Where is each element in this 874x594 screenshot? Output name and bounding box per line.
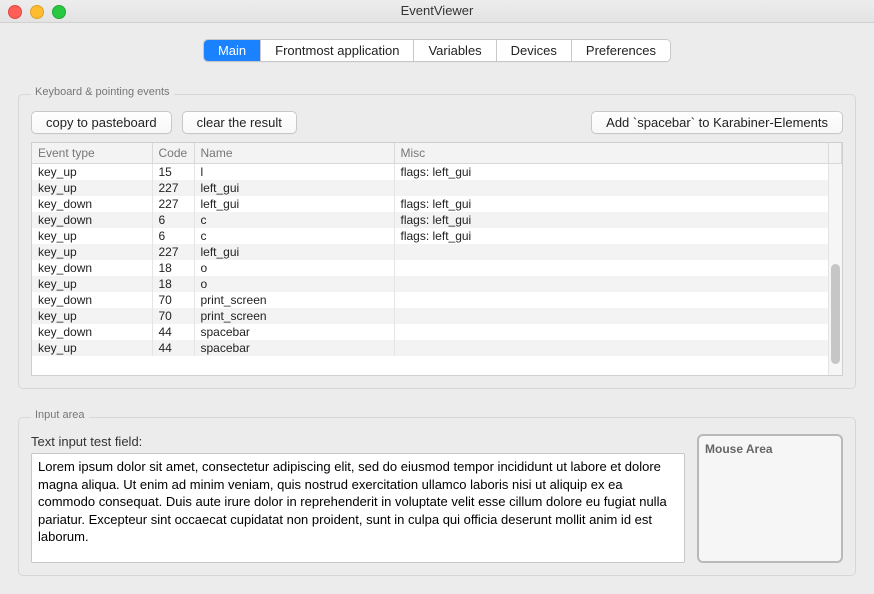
cell-misc [394, 324, 829, 340]
text-input-label: Text input test field: [31, 434, 685, 449]
cell-code: 6 [152, 212, 194, 228]
cell-misc [394, 308, 829, 324]
cell-name: left_gui [194, 196, 394, 212]
cell-event_type: key_up [32, 276, 152, 292]
table-row[interactable]: key_down70print_screen [32, 292, 842, 308]
cell-name: c [194, 228, 394, 244]
copy-to-pasteboard-button[interactable]: copy to pasteboard [31, 111, 172, 134]
segmented-control: MainFrontmost applicationVariablesDevice… [203, 39, 671, 62]
cell-event_type: key_up [32, 180, 152, 196]
cell-event_type: key_up [32, 164, 152, 181]
cell-event_type: key_down [32, 196, 152, 212]
table-row[interactable]: key_down18o [32, 260, 842, 276]
tab-devices[interactable]: Devices [497, 40, 572, 61]
cell-misc [394, 180, 829, 196]
cell-misc [394, 340, 829, 356]
column-header-name[interactable]: Name [194, 143, 394, 164]
table-row[interactable]: key_down6cflags: left_gui [32, 212, 842, 228]
table-scroll-thumb[interactable] [831, 264, 840, 364]
cell-misc [394, 260, 829, 276]
cell-misc [394, 244, 829, 260]
column-header-misc[interactable]: Misc [394, 143, 829, 164]
tab-frontmost-application[interactable]: Frontmost application [261, 40, 414, 61]
cell-name: left_gui [194, 180, 394, 196]
cell-name: spacebar [194, 340, 394, 356]
cell-code: 227 [152, 196, 194, 212]
input-panel-title: Input area [31, 409, 89, 421]
column-header-event-type[interactable]: Event type [32, 143, 152, 164]
window-minimize-button[interactable] [30, 5, 44, 19]
cell-name: c [194, 212, 394, 228]
events-panel: Keyboard & pointing events copy to paste… [18, 94, 856, 389]
table-row[interactable]: key_up15lflags: left_gui [32, 164, 842, 181]
cell-event_type: key_up [32, 308, 152, 324]
cell-event_type: key_down [32, 292, 152, 308]
cell-code: 6 [152, 228, 194, 244]
cell-name: o [194, 276, 394, 292]
cell-misc [394, 276, 829, 292]
cell-event_type: key_up [32, 244, 152, 260]
input-panel: Input area Text input test field: Mouse … [18, 417, 856, 576]
cell-name: print_screen [194, 292, 394, 308]
table-row[interactable]: key_up227left_gui [32, 180, 842, 196]
events-table: Event type Code Name Misc key_up15lflags… [31, 142, 843, 376]
cell-code: 70 [152, 308, 194, 324]
cell-code: 44 [152, 340, 194, 356]
cell-code: 227 [152, 244, 194, 260]
cell-name: spacebar [194, 324, 394, 340]
column-header-tail [829, 143, 842, 164]
cell-name: l [194, 164, 394, 181]
cell-misc: flags: left_gui [394, 196, 829, 212]
mouse-area[interactable]: Mouse Area [697, 434, 843, 563]
cell-event_type: key_down [32, 260, 152, 276]
cell-misc: flags: left_gui [394, 164, 829, 181]
cell-event_type: key_down [32, 324, 152, 340]
cell-code: 227 [152, 180, 194, 196]
cell-name: left_gui [194, 244, 394, 260]
tab-variables[interactable]: Variables [414, 40, 496, 61]
cell-misc: flags: left_gui [394, 228, 829, 244]
window-controls [8, 5, 66, 19]
window-title: EventViewer [401, 3, 474, 18]
cell-misc: flags: left_gui [394, 212, 829, 228]
tab-bar: MainFrontmost applicationVariablesDevice… [0, 39, 874, 62]
cell-name: o [194, 260, 394, 276]
cell-misc [394, 292, 829, 308]
table-row[interactable]: key_up18o [32, 276, 842, 292]
cell-code: 18 [152, 276, 194, 292]
clear-result-button[interactable]: clear the result [182, 111, 297, 134]
column-header-code[interactable]: Code [152, 143, 194, 164]
cell-event_type: key_up [32, 228, 152, 244]
add-spacebar-button[interactable]: Add `spacebar` to Karabiner-Elements [591, 111, 843, 134]
table-row[interactable]: key_up44spacebar [32, 340, 842, 356]
text-input-field[interactable] [31, 453, 685, 563]
cell-event_type: key_up [32, 340, 152, 356]
table-row[interactable]: key_up70print_screen [32, 308, 842, 324]
cell-code: 15 [152, 164, 194, 181]
tab-main[interactable]: Main [204, 40, 261, 61]
tab-preferences[interactable]: Preferences [572, 40, 670, 61]
cell-event_type: key_down [32, 212, 152, 228]
table-row[interactable]: key_down44spacebar [32, 324, 842, 340]
window-close-button[interactable] [8, 5, 22, 19]
cell-code: 70 [152, 292, 194, 308]
cell-code: 18 [152, 260, 194, 276]
table-row[interactable]: key_up6cflags: left_gui [32, 228, 842, 244]
titlebar: EventViewer [0, 0, 874, 23]
table-row[interactable]: key_up227left_gui [32, 244, 842, 260]
window-zoom-button[interactable] [52, 5, 66, 19]
events-panel-title: Keyboard & pointing events [31, 86, 174, 98]
table-scrollbar[interactable] [828, 164, 842, 375]
cell-name: print_screen [194, 308, 394, 324]
table-row[interactable]: key_down227left_guiflags: left_gui [32, 196, 842, 212]
cell-code: 44 [152, 324, 194, 340]
mouse-area-label: Mouse Area [705, 442, 773, 456]
